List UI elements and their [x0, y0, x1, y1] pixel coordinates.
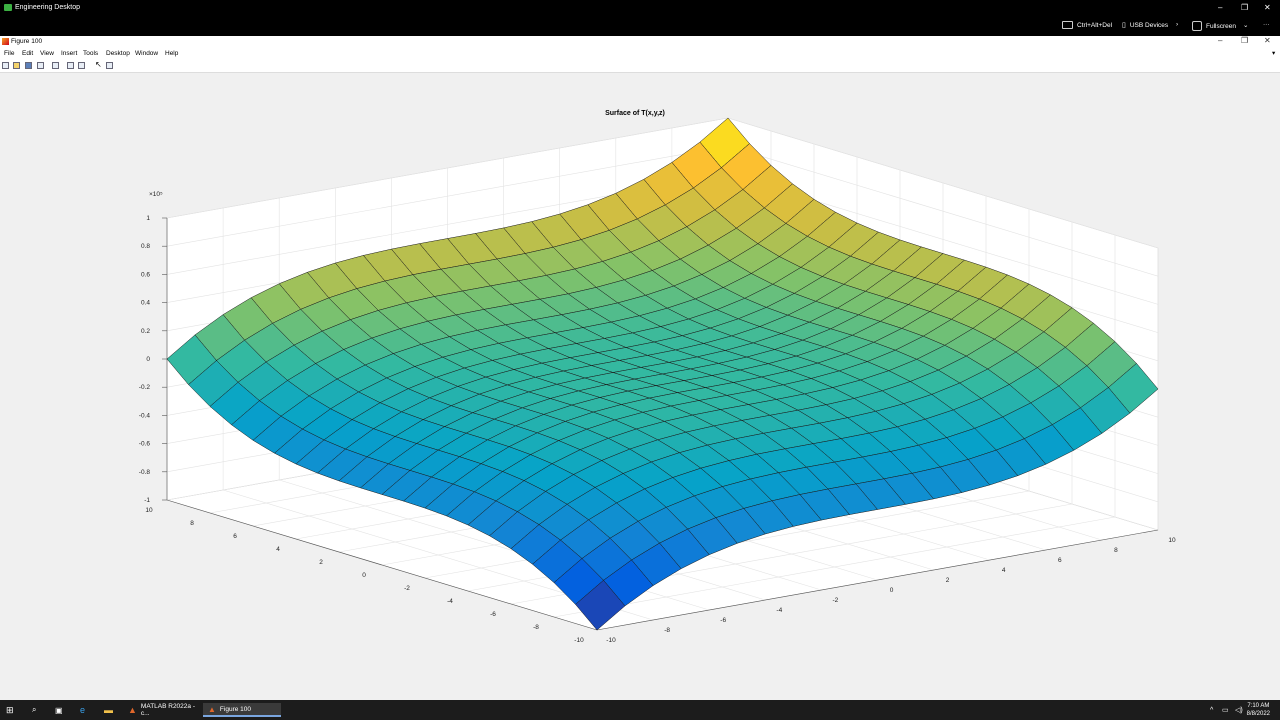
surface-plot[interactable]: 1 0.8 0.6 0.4 0.2 0 -0.2 -0.4 -0.6 -0.8 -1 ×10⁵ -10 -… — [0, 0, 1280, 720]
taskbar-app-label: Figure 100 — [219, 705, 251, 713]
volume-icon[interactable]: ◁) — [1235, 703, 1243, 717]
z-tick-label: -0.6 — [139, 441, 151, 448]
x-tick-label: -10 — [606, 637, 616, 644]
clock-date: 8/8/2022 — [1246, 711, 1270, 717]
y-tick-label: 0 — [362, 572, 366, 579]
x-tick-label: 2 — [946, 577, 950, 584]
z-exponent-label: ×10⁵ — [149, 191, 163, 198]
edge-icon[interactable]: e — [80, 703, 85, 717]
z-tick-label: 0.6 — [141, 271, 150, 278]
search-icon[interactable]: ⌕ — [32, 703, 36, 717]
x-tick-label: -8 — [664, 627, 670, 634]
matlab-icon: ▲ — [128, 705, 137, 715]
y-tick-label: -10 — [574, 637, 584, 644]
x-tick-label: -2 — [833, 597, 839, 604]
x-tick-label: 6 — [1058, 557, 1062, 564]
z-tick-label: 1 — [146, 215, 150, 222]
network-icon[interactable]: ▭ — [1222, 703, 1229, 717]
y-tick-label: 10 — [145, 507, 153, 514]
x-tick-label: 10 — [1168, 537, 1176, 544]
z-tick-label: 0.8 — [141, 243, 150, 250]
z-tick-label: -1 — [144, 497, 150, 504]
y-tick-label: 6 — [233, 533, 237, 540]
y-tick-label: 4 — [276, 546, 280, 553]
y-tick-label: -4 — [447, 598, 453, 605]
x-tick-label: 4 — [1002, 567, 1006, 574]
y-tick-label: -8 — [533, 624, 539, 631]
x-tick-label: -6 — [720, 617, 726, 624]
z-tick-label: -0.4 — [139, 412, 151, 419]
taskbar: ⊞ ⌕ ▣ e ▬ ▲ MATLAB R2022a - c... ▲ Figur… — [0, 700, 1280, 720]
y-tick-label: -6 — [490, 611, 496, 618]
clock[interactable]: 7:10 AM 8/8/2022 — [1247, 702, 1270, 718]
z-tick-label: 0 — [146, 356, 150, 363]
file-explorer-icon[interactable]: ▬ — [104, 703, 113, 717]
x-tick-label: -4 — [776, 607, 782, 614]
x-tick-label: 0 — [890, 587, 894, 594]
z-tick-label: -0.2 — [139, 384, 151, 391]
task-view-icon[interactable]: ▣ — [55, 703, 63, 717]
z-tick-label: 0.2 — [141, 328, 150, 335]
taskbar-app-matlab[interactable]: ▲ MATLAB R2022a - c... — [124, 703, 204, 717]
tray-chevron-icon[interactable]: ^ — [1210, 703, 1213, 717]
y-tick-label: 2 — [319, 559, 323, 566]
y-tick-label: -2 — [404, 585, 410, 592]
start-button[interactable]: ⊞ — [6, 703, 14, 717]
x-tick-label: 8 — [1114, 547, 1118, 554]
z-tick-label: 0.4 — [141, 300, 150, 307]
clock-time: 7:10 AM — [1247, 703, 1270, 709]
y-tick-label: 8 — [190, 520, 194, 527]
figure-icon: ▲ — [208, 704, 216, 714]
taskbar-app-label: MATLAB R2022a - c... — [140, 703, 195, 717]
taskbar-app-figure[interactable]: ▲ Figure 100 — [203, 703, 281, 717]
z-tick-label: -0.8 — [139, 469, 151, 476]
